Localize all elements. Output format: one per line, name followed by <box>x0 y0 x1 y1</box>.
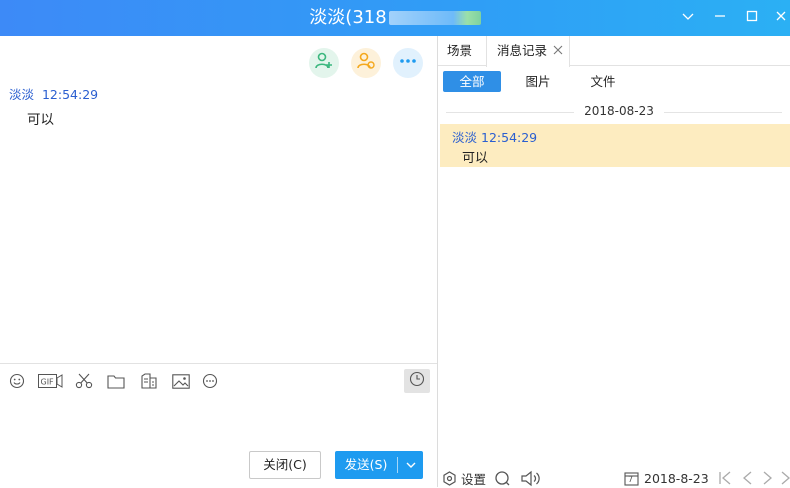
more-icon <box>398 51 418 75</box>
calendar-day: 7 <box>628 474 634 484</box>
add-friend-button[interactable] <box>309 48 339 78</box>
history-clock-icon <box>409 371 425 391</box>
input-toolbar: GIF <box>0 363 437 397</box>
chevron-down-icon[interactable] <box>679 9 697 27</box>
history-pane: 场景 消息记录 全部 图片 文件 2018-08-23 淡淡 12:54:29 … <box>438 36 790 487</box>
gif-icon[interactable]: GIF <box>37 372 63 390</box>
history-entry[interactable]: 淡淡 12:54:29 可以 <box>440 124 790 167</box>
folder-icon[interactable] <box>106 372 126 390</box>
prev-page-icon[interactable] <box>741 468 753 488</box>
send-button[interactable]: 发送(S) <box>335 451 423 479</box>
message-sender: 淡淡 <box>9 87 35 102</box>
close-icon[interactable] <box>772 9 790 27</box>
settings-hexagon-icon <box>442 470 457 486</box>
date-line-left <box>446 112 574 113</box>
chat-pane: 淡淡 12:54:29 可以 GIF 关闭(C) 发送(S) <box>0 36 437 487</box>
settings-button[interactable]: 设置 <box>442 468 486 488</box>
more-options-button[interactable] <box>393 48 423 78</box>
date-separator: 2018-08-23 <box>438 104 790 120</box>
svg-text:GIF: GIF <box>40 378 54 387</box>
window-title: 淡淡(318 <box>0 6 790 30</box>
file-send-icon[interactable] <box>139 372 159 390</box>
filter-all[interactable]: 全部 <box>443 71 501 92</box>
history-entry-header: 淡淡 12:54:29 <box>452 127 537 146</box>
send-options-chevron-icon[interactable] <box>398 451 423 479</box>
tab-message-history-label: 消息记录 <box>497 43 548 58</box>
date-picker[interactable]: 7 2018-8-23 <box>624 468 709 488</box>
date-line-right <box>664 112 782 113</box>
invite-user-button[interactable] <box>351 48 381 78</box>
message-text: 可以 <box>27 112 54 128</box>
message-time: 12:54:29 <box>41 87 99 102</box>
history-button[interactable] <box>404 369 430 393</box>
settings-label: 设置 <box>461 471 487 487</box>
message-header: 淡淡 12:54:29 <box>9 84 98 103</box>
window-title-text: 淡淡(318 <box>309 7 387 28</box>
minimize-icon[interactable] <box>711 9 729 27</box>
history-bottom-bar: 设置 7 2018-8-23 <box>438 468 790 488</box>
send-button-label: 发送(S) <box>344 457 388 472</box>
image-icon[interactable] <box>171 372 191 390</box>
calendar-icon: 7 <box>624 471 639 486</box>
filter-files[interactable]: 文件 <box>581 71 625 92</box>
filter-images[interactable]: 图片 <box>516 71 560 92</box>
tab-message-history[interactable]: 消息记录 <box>486 36 570 67</box>
history-entry-time: 12:54:29 <box>481 130 538 145</box>
next-page-icon[interactable] <box>762 468 774 488</box>
history-entry-sender: 淡淡 <box>452 130 478 145</box>
redacted-id-blur <box>388 11 481 25</box>
close-button[interactable]: 关闭(C) <box>249 451 321 479</box>
search-icon[interactable] <box>494 468 511 488</box>
tab-close-icon[interactable] <box>553 36 563 66</box>
screenshot-scissors-icon[interactable] <box>74 372 94 390</box>
date-label: 2018-08-23 <box>578 104 660 118</box>
title-bar: 淡淡(318 <box>0 0 790 36</box>
history-tabs: 场景 消息记录 <box>438 36 790 67</box>
last-page-icon[interactable] <box>781 468 790 488</box>
current-date: 2018-8-23 <box>644 470 709 486</box>
tab-scene[interactable]: 场景 <box>447 36 487 66</box>
invite-user-icon <box>356 51 376 75</box>
maximize-icon[interactable] <box>743 9 761 27</box>
history-entry-text: 可以 <box>462 151 489 166</box>
emoji-icon[interactable] <box>8 372 26 390</box>
more-circle-icon[interactable] <box>201 372 219 390</box>
speaker-icon[interactable] <box>520 468 542 488</box>
first-page-icon[interactable] <box>718 468 732 488</box>
add-friend-icon <box>314 51 334 75</box>
